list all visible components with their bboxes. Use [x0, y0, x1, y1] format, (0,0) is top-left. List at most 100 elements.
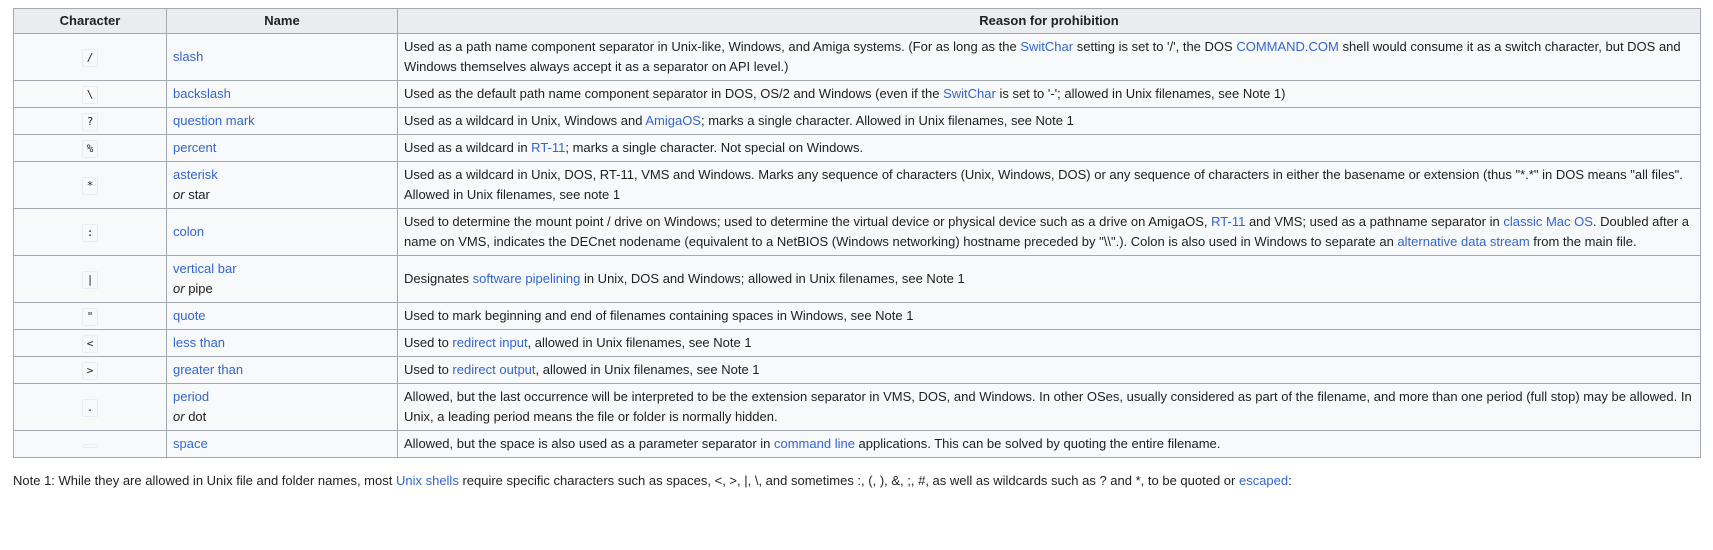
text-run: Used to	[404, 362, 453, 377]
table-row: . period or dot Allowed, but the last occur…	[13, 383, 1701, 431]
text-run: Used as a wildcard in	[404, 140, 532, 155]
name-cell: percent	[166, 134, 398, 162]
name-cell: slash	[166, 33, 398, 81]
character-cell: >	[13, 356, 167, 384]
link-alternative-data-stream[interactable]: alternative data stream	[1397, 234, 1529, 249]
link-escaped[interactable]: escaped	[1239, 473, 1288, 488]
text-run: Used to	[404, 335, 453, 350]
text-run: Used as a wildcard in Unix, Windows and	[404, 113, 646, 128]
alternate-name-text: pipe	[188, 281, 213, 296]
table-row: * asterisk or star Used as a wildcard in Un…	[13, 161, 1701, 209]
link-rt-11[interactable]: RT-11	[1211, 214, 1245, 229]
name-cell: asterisk or star	[166, 161, 398, 209]
character-cell: %	[13, 134, 167, 162]
character-code: .	[81, 399, 99, 417]
reason-cell: Used as a wildcard in Unix, DOS, RT-11, …	[397, 161, 1701, 209]
text-run: from the main file.	[1529, 234, 1637, 249]
text-run: Allowed, but the last occurrence will be…	[404, 389, 1692, 424]
table-row: : colon Used to determine the mount point …	[13, 208, 1701, 256]
character-name-link[interactable]: greater than	[173, 360, 391, 380]
link-switchar[interactable]: SwitChar	[943, 86, 996, 101]
link-rt-11[interactable]: RT-11	[531, 140, 565, 155]
character-code: *	[81, 177, 99, 195]
name-cell: greater than	[166, 356, 398, 384]
column-header-reason[interactable]: Reason for prohibition	[397, 8, 1701, 34]
character-code: |	[81, 271, 99, 289]
reason-cell: Used as a wildcard in Unix, Windows and …	[397, 107, 1701, 135]
link-command-line[interactable]: command line	[774, 436, 855, 451]
character-name-link[interactable]: slash	[173, 47, 391, 67]
character-name-link[interactable]: period	[173, 387, 391, 407]
character-name-link[interactable]: asterisk	[173, 165, 391, 185]
name-cell: space	[166, 430, 398, 458]
reason-cell: Allowed, but the space is also used as a…	[397, 430, 1701, 458]
reason-cell: Used to determine the mount point / driv…	[397, 208, 1701, 256]
column-header-character[interactable]: Character	[13, 8, 167, 34]
link-redirect-input[interactable]: redirect input	[452, 335, 527, 350]
note-1-paragraph: Note 1: While they are allowed in Unix f…	[13, 471, 1703, 491]
character-name-link[interactable]: colon	[173, 222, 391, 242]
name-cell: vertical bar or pipe	[166, 255, 398, 303]
name-cell: colon	[166, 208, 398, 256]
character-cell: <	[13, 329, 167, 357]
text-run: Used as a wildcard in Unix, DOS, RT-11, …	[404, 167, 1683, 202]
text-run: :	[1288, 473, 1292, 488]
table-row: | vertical bar or pipe Designates software …	[13, 255, 1701, 303]
text-run: setting is set to '/', the DOS	[1073, 39, 1237, 54]
link-unix-shells[interactable]: Unix shells	[396, 473, 459, 488]
reason-cell: Used to redirect output, allowed in Unix…	[397, 356, 1701, 384]
link-classic-mac-os[interactable]: classic Mac OS	[1503, 214, 1593, 229]
reason-cell: Used to redirect input, allowed in Unix …	[397, 329, 1701, 357]
link-redirect-output[interactable]: redirect output	[452, 362, 535, 377]
character-cell: *	[13, 161, 167, 209]
character-name-link[interactable]: percent	[173, 138, 391, 158]
table-row: < less than Used to redirect input, allowe…	[13, 329, 1701, 357]
character-code: ?	[81, 113, 99, 131]
character-cell: |	[13, 255, 167, 303]
alternate-prefix: or	[173, 409, 185, 424]
text-run: and VMS; used as a pathname separator in	[1245, 214, 1504, 229]
name-cell: quote	[166, 302, 398, 330]
reason-cell: Allowed, but the last occurrence will be…	[397, 383, 1701, 431]
character-name-link[interactable]: quote	[173, 306, 391, 326]
link-switchar[interactable]: SwitChar	[1020, 39, 1073, 54]
reason-cell: Designates software pipelining in Unix, …	[397, 255, 1701, 303]
character-cell: "	[13, 302, 167, 330]
alternate-name: or dot	[173, 407, 391, 427]
character-code: %	[81, 140, 99, 158]
text-run: Used to determine the mount point / driv…	[404, 214, 1212, 229]
character-name-link[interactable]: question mark	[173, 111, 391, 131]
character-code: "	[81, 308, 99, 326]
character-cell: .	[13, 383, 167, 431]
name-cell: question mark	[166, 107, 398, 135]
alternate-name: or pipe	[173, 279, 391, 299]
name-cell: less than	[166, 329, 398, 357]
text-run: require specific characters such as spac…	[458, 473, 1239, 488]
text-run: in Unix, DOS and Windows; allowed in Uni…	[580, 271, 965, 286]
reason-cell: Used as a path name component separator …	[397, 33, 1701, 81]
character-name-link[interactable]: backslash	[173, 84, 391, 104]
table-row: % percent Used as a wildcard in RT-11; mar…	[13, 134, 1701, 162]
column-header-name[interactable]: Name	[166, 8, 398, 34]
character-name-link[interactable]: vertical bar	[173, 259, 391, 279]
character-code: <	[81, 335, 99, 353]
character-cell	[13, 430, 167, 458]
table-row: \ backslash Used as the default path name …	[13, 80, 1701, 108]
link-command-com[interactable]: COMMAND.COM	[1236, 39, 1339, 54]
alternate-name-text: star	[188, 187, 210, 202]
link-software-pipelining[interactable]: software pipelining	[473, 271, 581, 286]
table-body: / slash Used as a path name component sepa…	[13, 33, 1701, 458]
text-run: Used as the default path name component …	[404, 86, 944, 101]
character-name-link[interactable]: less than	[173, 333, 391, 353]
character-cell: \	[13, 80, 167, 108]
text-run: , allowed in Unix filenames, see Note 1	[527, 335, 752, 350]
character-name-link[interactable]: space	[173, 434, 391, 454]
reason-cell: Used as the default path name component …	[397, 80, 1701, 108]
table-row: ? question mark Used as a wildcard in Unix…	[13, 107, 1701, 135]
table-row: space Allowed, but the space is also used…	[13, 430, 1701, 458]
table-header-row: Character Name Reason for prohibition	[13, 8, 1701, 34]
alternate-name-text: dot	[188, 409, 207, 424]
text-run: is set to '-'; allowed in Unix filenames…	[995, 86, 1286, 101]
text-run: Designates	[404, 271, 473, 286]
link-amigaos[interactable]: AmigaOS	[645, 113, 701, 128]
